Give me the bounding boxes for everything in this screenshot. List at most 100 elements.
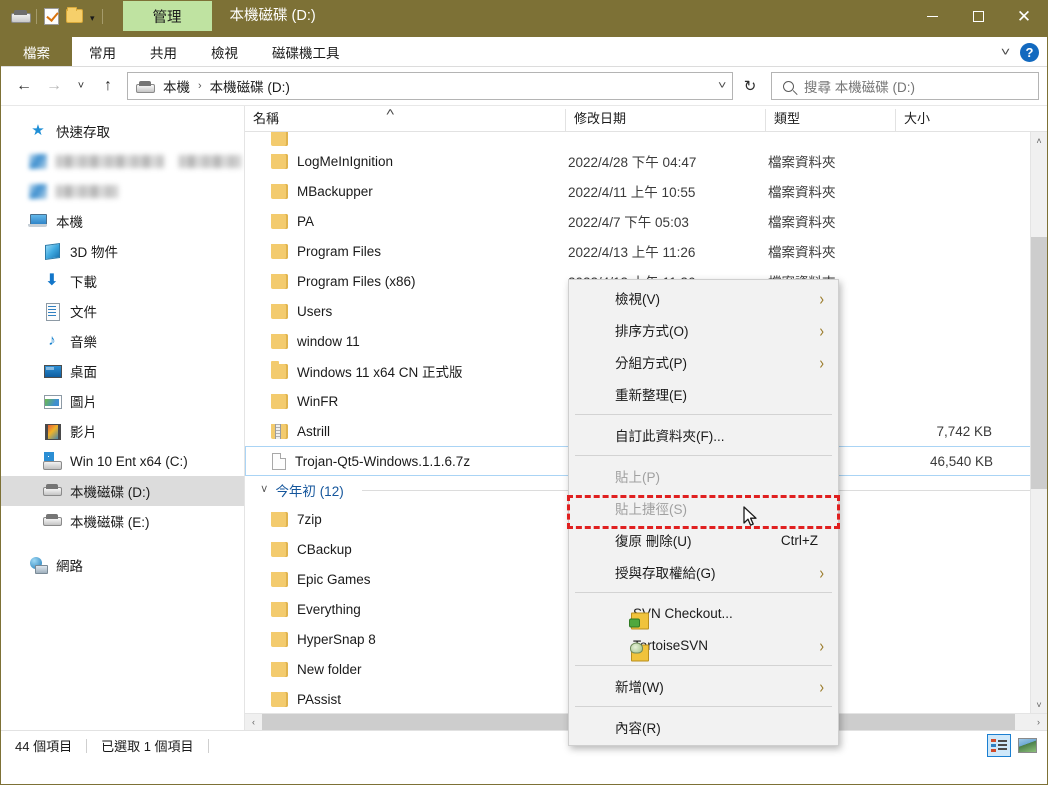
selection-count: 已選取 1 個項目 [101,739,194,754]
breadcrumb-this-pc[interactable]: 本機 [160,74,193,98]
sidebar-item-pictures[interactable]: 圖片 [1,386,244,416]
menu-item-customize-folder[interactable]: 自訂此資料夾(F)... [569,419,838,451]
sidebar-item-downloads[interactable]: 下載 [1,266,244,296]
address-dropdown-icon[interactable]: ˅ [718,80,726,92]
details-view-button[interactable] [987,734,1011,757]
sidebar-item-win10-c[interactable]: Win 10 Ent x64 (C:) [1,446,244,476]
sidebar-item-music[interactable]: 音樂 [1,326,244,356]
sidebar-item-label: 音樂 [70,335,97,350]
address-bar[interactable]: 本機 › 本機磁碟 (D:) ˅ [127,72,733,100]
sidebar-item-label: 圖片 [70,395,97,410]
table-row[interactable]: PA 2022/4/7 下午 05:03 檔案資料夾 [245,206,1047,236]
sidebar-item-documents[interactable]: 文件 [1,296,244,326]
folder-icon [271,631,288,647]
menu-item-svn-checkout[interactable]: SVN Checkout... [569,597,838,629]
scroll-up-icon[interactable]: ˄ [1031,132,1048,149]
cell-name: CBackup [245,541,565,557]
cell-name: WinFR [245,393,565,409]
table-row[interactable] [245,132,1047,146]
menu-item-group-by[interactable]: 分組方式(P) › [569,346,838,378]
close-button[interactable]: ✕ [1001,1,1047,31]
menu-separator [575,665,832,666]
vertical-scrollbar[interactable]: ˄ ˅ [1030,132,1047,713]
tab-home[interactable]: 常用 [72,37,133,66]
column-header-date[interactable]: 修改日期 [565,109,765,131]
menu-item-paste: 貼上(P) [615,470,660,485]
drive-icon[interactable] [11,9,31,23]
sidebar-item-local-disk-d[interactable]: 本機磁碟 (D:) [1,476,244,506]
minimize-button[interactable] [909,1,955,31]
context-menu: 檢視(V) › 排序方式(O) › 分組方式(P) › 重新整理(E) 自訂此資… [568,279,839,746]
table-row[interactable]: MBackupper 2022/4/11 上午 10:55 檔案資料夾 [245,176,1047,206]
navigation-bar: ← → ˅ ↑ 本機 › 本機磁碟 (D:) ˅ ↻ 搜尋 本機磁碟 (D:) [1,67,1047,105]
sidebar-item-label: 本機磁碟 (E:) [70,515,150,530]
cell-name: Windows 11 x64 CN 正式版 [245,361,565,381]
help-icon[interactable]: ? [1020,42,1039,62]
contextual-tab-manage[interactable]: 管理 [122,1,212,31]
sidebar-item-blurred-1[interactable] [1,146,244,176]
sidebar-item-this-pc[interactable]: 本機 [1,206,244,236]
window-title: 本機磁碟 (D:) [229,8,316,24]
blurred-onedrive-icon [29,183,47,199]
up-button[interactable]: ↑ [93,71,123,101]
back-button[interactable]: ← [9,71,39,101]
new-folder-icon[interactable] [66,7,83,23]
menu-item-sort-by[interactable]: 排序方式(O) › [569,314,838,346]
sidebar-item-desktop[interactable]: 桌面 [1,356,244,386]
maximize-button[interactable] [955,1,1001,31]
menu-item-tortoise-svn[interactable]: TortoiseSVN › [569,629,838,661]
column-header-size[interactable]: 大小 [895,109,1000,131]
sidebar-item-network[interactable]: 網路 [1,550,244,580]
search-box[interactable]: 搜尋 本機磁碟 (D:) [771,72,1039,100]
column-header-type[interactable]: 類型 [765,109,895,131]
sidebar-item-label: 桌面 [70,365,97,380]
tab-view[interactable]: 檢視 [194,37,255,66]
sidebar-item-blurred-2[interactable] [1,176,244,206]
blurred-label-2 [179,154,241,168]
folder-icon [271,661,288,677]
folder-icon [271,571,288,587]
chevron-down-icon[interactable]: ˅ [1001,46,1010,58]
table-row[interactable]: LogMeInIgnition 2022/4/28 下午 04:47 檔案資料夾 [245,146,1047,176]
column-header-name[interactable]: ˄ 名稱 [245,107,565,131]
vertical-scroll-thumb[interactable] [1030,237,1047,489]
large-icons-view-button[interactable] [1015,734,1039,757]
sidebar-item-local-disk-e[interactable]: 本機磁碟 (E:) [1,506,244,536]
status-divider [86,738,88,753]
sidebar-item-label: 文件 [70,305,97,320]
search-input[interactable]: 搜尋 本機磁碟 (D:) [804,76,915,96]
menu-item-new[interactable]: 新增(W) › [569,670,838,702]
menu-separator [575,706,832,707]
cell-size: 7,742 KB [936,423,992,439]
menu-item-refresh[interactable]: 重新整理(E) [569,378,838,410]
sidebar-item-quick-access[interactable]: 快速存取 [1,116,244,146]
recent-locations-icon[interactable]: ˅ [69,71,93,101]
tab-drive-tools[interactable]: 磁碟機工具 [255,37,357,66]
table-row[interactable]: Program Files 2022/4/13 上午 11:26 檔案資料夾 [245,236,1047,266]
drive-icon [136,80,155,93]
sidebar-item-videos[interactable]: 影片 [1,416,244,446]
customize-chevron-icon[interactable]: ▾ [90,14,95,23]
menu-item-undo-delete[interactable]: 復原 刪除(U) Ctrl+Z [569,524,838,556]
scroll-down-icon[interactable]: ˅ [1031,696,1048,713]
menu-item-properties[interactable]: 內容(R) [569,711,838,743]
properties-icon[interactable] [44,7,59,25]
this-pc-icon [28,212,47,230]
sidebar-item-3d-objects[interactable]: 3D 物件 [1,236,244,266]
videos-icon [43,422,61,440]
scroll-left-icon[interactable]: ‹ [245,714,262,731]
tab-share[interactable]: 共用 [133,37,194,66]
refresh-button[interactable]: ↻ [735,72,765,100]
sort-ascending-icon: ˄ [385,107,395,119]
sidebar-item-label: 下載 [70,275,97,290]
cell-name: LogMeInIgnition [245,153,565,169]
tab-file[interactable]: 檔案 [1,37,72,66]
vertical-scroll-track[interactable] [1030,149,1047,696]
submenu-arrow-icon: › [819,635,824,655]
breadcrumb-local-disk-d[interactable]: 本機磁碟 (D:) [207,74,293,98]
scroll-right-icon[interactable]: › [1030,714,1047,731]
menu-item-give-access-to[interactable]: 授與存取權給(G) › [569,556,838,588]
cell-name: Users [245,303,565,319]
menu-item-view[interactable]: 檢視(V) › [569,282,838,314]
forward-button[interactable]: → [39,71,69,101]
